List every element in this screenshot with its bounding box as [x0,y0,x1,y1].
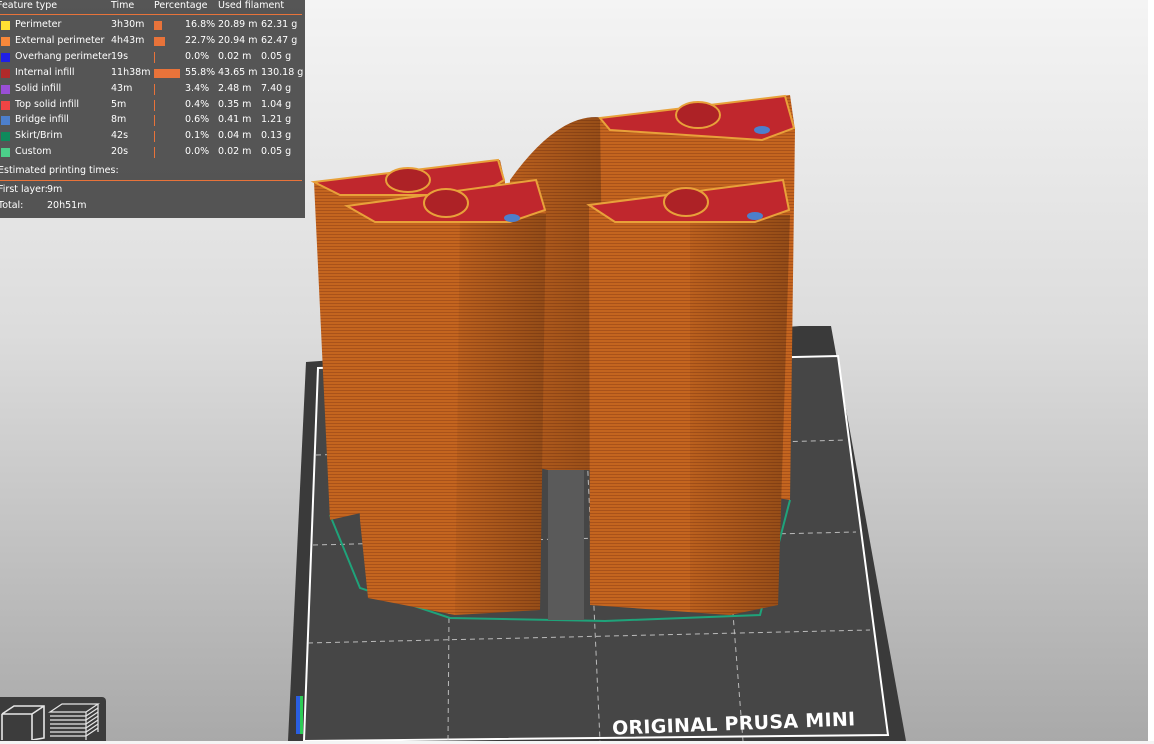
feature-weight: 62.47 g [261,34,298,46]
first-layer-label: First layer: [0,184,48,195]
feature-percentage: 22.7% [185,34,216,46]
percentage-bar [154,147,155,159]
feature-length: 20.94 m [218,34,258,46]
legend-swatch [1,116,10,126]
legend-row: Top solid infill 5m 0.4% 0.35 m 1.04 g [0,97,305,111]
feature-weight: 0.05 g [261,50,292,62]
estimated-times-title: Estimated printing times: [0,165,119,176]
feature-percentage: 0.0% [185,146,210,158]
feature-time: 4h43m [111,34,145,46]
feature-percentage: 16.8% [185,19,216,30]
legend-row: Custom 20s 0.0% 0.02 m 0.05 g [0,144,305,159]
feature-length: 0.02 m [218,50,252,62]
percentage-bar [154,68,180,78]
layers-view-icon[interactable] [48,700,102,740]
legend-row: Bridge infill 8m 0.6% 0.41 m 1.21 g [0,112,305,127]
feature-name: Top solid infill [15,98,80,110]
feature-length: 43.65 m [218,66,258,78]
legend-swatch [1,132,10,142]
feature-length: 0.04 m [218,130,252,142]
feature-name: Perimeter [15,19,62,30]
feature-time: 20s [111,146,129,158]
legend-panel: Feature type Time Percentage Used filame… [0,0,305,218]
feature-percentage: 55.8% [185,66,216,78]
total-label: Total: [0,200,24,211]
total-value: 20h51m [47,200,87,211]
feature-length: 0.02 m [218,146,252,158]
feature-length: 2.48 m [218,82,252,94]
legend-row: Overhang perimeter 19s 0.0% 0.02 m 0.05 g [0,49,305,63]
legend-swatch [1,84,10,94]
legend-row: Internal infill 11h38m 55.8% 43.65 m 130.18 … [0,65,305,79]
feature-weight: 1.21 g [261,114,292,126]
first-layer-value: 9m [47,184,63,195]
feature-time: 3h30m [111,19,145,30]
feature-percentage: 0.0% [185,50,210,62]
feature-time: 42s [111,130,129,142]
cube-view-icon[interactable] [0,700,46,741]
percentage-bar [154,36,165,46]
feature-name: Solid infill [15,82,62,94]
percentage-bar [154,51,155,63]
feature-time: 5m [111,98,127,110]
feature-name: Internal infill [15,66,75,78]
percentage-bar [154,115,155,127]
feature-weight: 62.31 g [261,19,298,30]
percentage-bar [154,83,155,95]
feature-name: Bridge infill [15,114,69,126]
feature-percentage: 0.6% [185,114,210,126]
feature-weight: 7.40 g [261,82,292,94]
percentage-bar [154,99,155,111]
header-percentage: Percentage [154,0,208,11]
feature-length: 20.89 m [218,19,258,30]
feature-time: 19s [111,50,129,62]
percentage-bar [154,131,155,143]
feature-length: 0.41 m [218,114,252,126]
feature-weight: 0.13 g [261,130,292,142]
feature-name: Custom [15,146,52,158]
legend-row: Perimeter 3h30m 16.8% 20.89 m 62.31 g [0,17,305,31]
legend-row: Skirt/Brim 42s 0.1% 0.04 m 0.13 g [0,128,305,143]
legend-swatch [1,21,10,30]
percentage-bar [154,21,162,30]
feature-name: Skirt/Brim [15,130,63,142]
feature-weight: 1.04 g [261,98,292,110]
feature-percentage: 3.4% [185,82,210,94]
feature-time: 11h38m [111,66,151,78]
legend-swatch [1,100,10,110]
front-left-tower [343,178,547,615]
feature-time: 43m [111,82,133,94]
feature-name: Overhang perimeter [15,50,112,62]
feature-percentage: 0.1% [185,130,210,142]
feature-percentage: 0.4% [185,98,210,110]
header-time: Time [111,0,135,11]
legend-swatch [1,52,10,62]
feature-name: External perimeter [15,34,105,46]
feature-time: 8m [111,114,127,126]
feature-weight: 0.05 g [261,146,292,158]
feature-length: 0.35 m [218,98,252,110]
header-feature-type: Feature type [0,0,58,11]
view-toolbar [0,697,106,741]
front-right-tower [586,178,791,615]
legend-swatch [1,68,10,78]
header-used-filament: Used filament [218,0,285,11]
legend-row: Solid infill 43m 3.4% 2.48 m 7.40 g [0,81,305,95]
legend-swatch [1,36,10,46]
legend-row: External perimeter 4h43m 22.7% 20.94 m 62.47… [0,33,305,47]
legend-swatch [1,148,10,158]
feature-weight: 130.18 g [261,66,304,78]
